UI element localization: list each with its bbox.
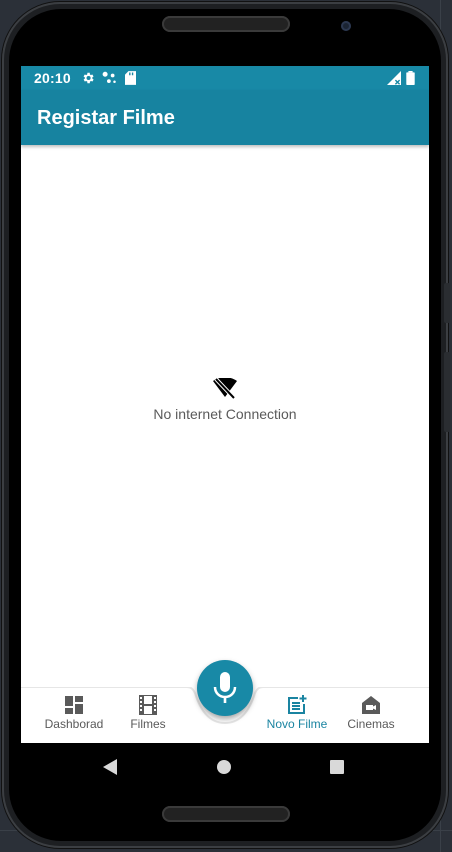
no-connection-text: No internet Connection [153,406,297,422]
bottom-speaker [162,806,290,822]
wifi-off-icon [213,378,237,400]
back-icon[interactable] [103,759,117,775]
no-connection-message: No internet Connection [21,378,429,422]
status-time: 20:10 [34,70,71,86]
microphone-icon [213,672,237,703]
recents-icon[interactable] [330,760,344,774]
cinema-icon [362,696,380,714]
power-button[interactable] [444,352,450,432]
battery-icon [406,71,415,85]
network-dots-icon [102,71,116,83]
signal-icon [387,71,401,85]
nav-label-novo-filme: Novo Filme [266,717,328,731]
home-icon[interactable] [217,760,231,774]
nav-item-novo-filme[interactable]: Novo Filme [257,695,337,731]
nav-label-dashboard: Dashborad [44,717,104,731]
nav-item-dashboard[interactable]: Dashborad [34,695,114,731]
system-navigation-bar [21,743,429,791]
top-speaker [162,16,290,32]
nav-label-cinemas: Cinemas [347,717,395,731]
app-bar: Registar Filme [21,90,429,145]
volume-button[interactable] [444,283,450,323]
post-add-icon [288,695,307,714]
gear-icon [83,72,94,84]
status-bar: 20:10 [21,66,429,90]
page-title: Registar Filme [37,107,175,129]
sd-card-icon [125,71,136,85]
app-screen: 20:10 Registar Filme No internet Connect… [21,66,429,743]
dashboard-icon [65,696,83,714]
nav-item-cinemas[interactable]: Cinemas [331,695,411,731]
nav-label-filmes: Filmes [130,717,166,731]
front-camera [341,21,351,31]
nav-item-filmes[interactable]: Filmes [108,695,188,731]
voice-input-fab[interactable] [197,660,253,716]
film-icon [139,695,157,715]
